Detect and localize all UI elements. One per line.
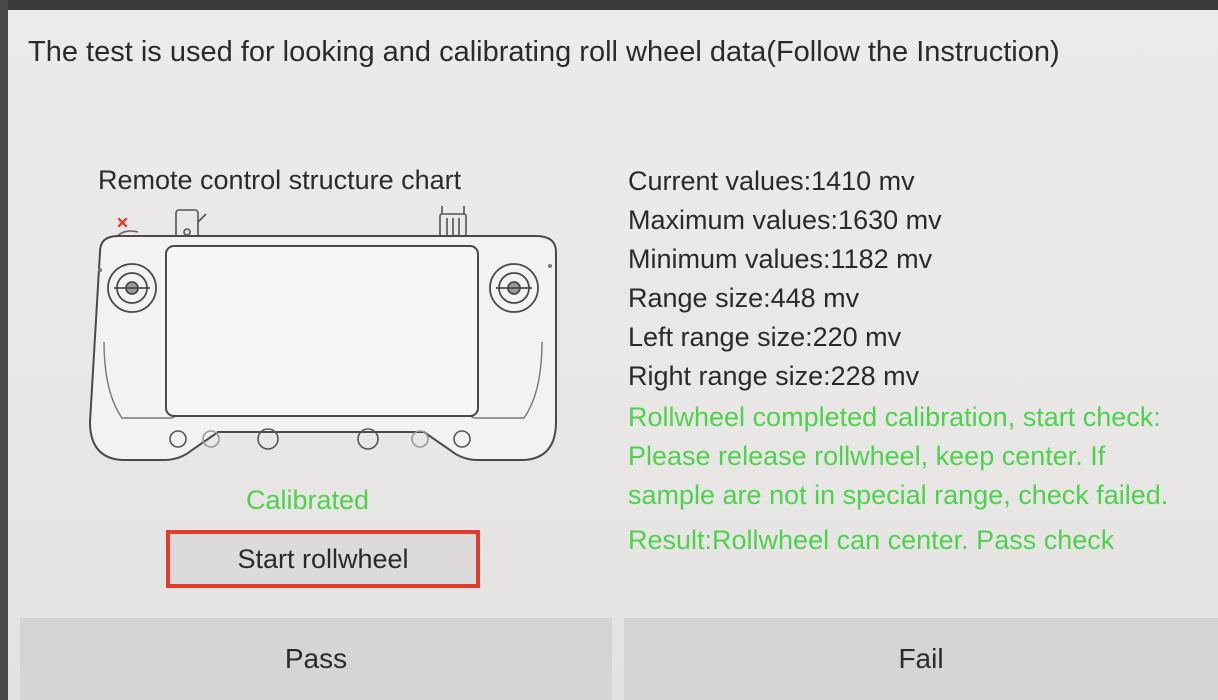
values-panel: Current values:1410 mv Maximum values:16… bbox=[628, 162, 1218, 560]
left-bezel bbox=[0, 0, 8, 700]
rollwheel-marker-icon bbox=[117, 217, 128, 228]
top-bezel bbox=[0, 0, 1218, 10]
pass-button[interactable]: Pass bbox=[20, 618, 612, 700]
right-range-size: Right range size:228 mv bbox=[628, 361, 920, 391]
action-bar: Pass Fail bbox=[8, 618, 1218, 700]
calibration-status: Calibrated bbox=[246, 485, 370, 515]
controller-screen bbox=[165, 245, 479, 417]
device-frame: The test is used for looking and calibra… bbox=[0, 0, 1218, 700]
instruction-header: The test is used for looking and calibra… bbox=[28, 36, 1060, 68]
current-value: Current values:1410 mv bbox=[628, 166, 915, 196]
maximum-value: Maximum values:1630 mv bbox=[628, 205, 942, 235]
result-message: Result:Rollwheel can center. Pass check bbox=[628, 525, 1115, 555]
calibration-message: Rollwheel completed calibration, start c… bbox=[628, 402, 1169, 510]
left-range-size: Left range size:220 mv bbox=[628, 322, 902, 352]
range-size: Range size:448 mv bbox=[628, 283, 860, 313]
remote-controller-illustration bbox=[88, 206, 557, 461]
minimum-value: Minimum values:1182 mv bbox=[628, 244, 933, 274]
start-rollwheel-button[interactable]: Start rollwheel bbox=[166, 530, 480, 588]
fail-button[interactable]: Fail bbox=[624, 618, 1218, 700]
structure-chart-panel: Remote control structure chart Calibrate… bbox=[78, 160, 578, 600]
test-screen: The test is used for looking and calibra… bbox=[8, 10, 1218, 700]
